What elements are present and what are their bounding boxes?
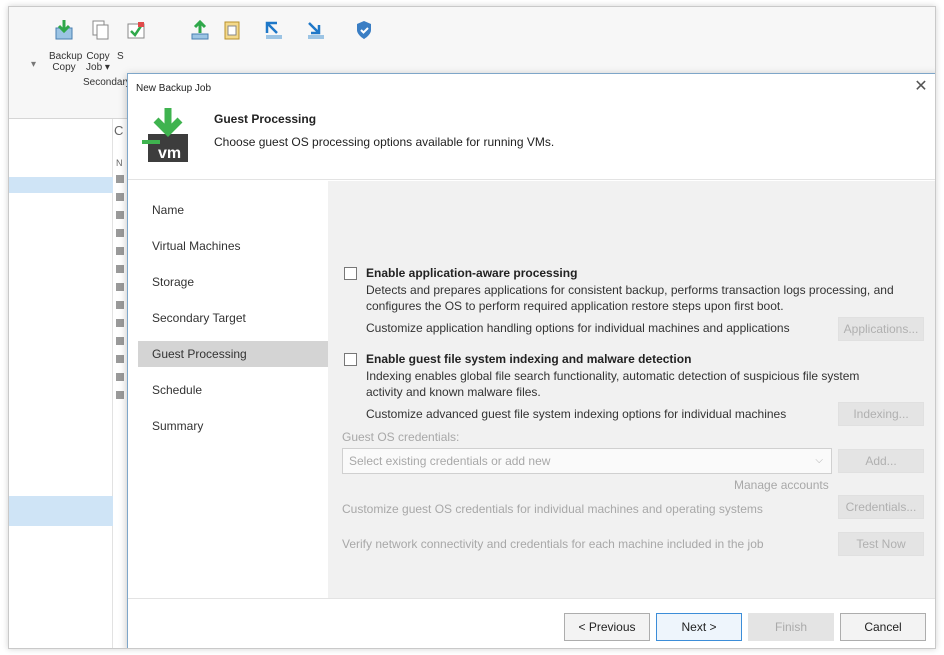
backup-copy-label-line1: Backup — [49, 51, 83, 62]
cancel-button[interactable]: Cancel — [840, 613, 926, 641]
backup-copy-label: Backup Copy — [49, 51, 83, 73]
guest-os-credentials-label: Guest OS credentials: — [342, 430, 460, 444]
credentials-button[interactable]: Credentials... — [838, 495, 924, 519]
backup-copy-label-line2: Copy — [52, 62, 76, 73]
ribbon-group-label: Secondary — [83, 77, 131, 88]
step-storage[interactable]: Storage — [138, 269, 328, 295]
finish-button[interactable]: Finish — [748, 613, 834, 641]
export-icon[interactable] — [305, 19, 327, 41]
step-secondary-target[interactable]: Secondary Target — [138, 305, 328, 331]
navigation-pane — [9, 119, 113, 648]
dialog-footer: < Previous Next > Finish Cancel — [128, 598, 935, 648]
restore-icon[interactable] — [189, 19, 211, 41]
indexing-desc-line1: Indexing enables global file search func… — [366, 369, 860, 383]
indexing-label[interactable]: Enable guest file system indexing and ma… — [366, 352, 691, 366]
indexing-desc-line2: activity and known malware files. — [366, 385, 541, 399]
dialog-title: New Backup Job — [136, 83, 212, 94]
chevron-down-icon[interactable]: ▾ — [31, 59, 36, 70]
credentials-select-value: Select existing credentials or add new — [349, 454, 551, 468]
app-aware-desc-line1: Detects and prepares applications for co… — [366, 283, 894, 297]
step-schedule[interactable]: Schedule — [138, 377, 328, 403]
vm-download-icon: vm — [142, 108, 188, 162]
step-secondary-target-label: Secondary Target — [152, 311, 246, 325]
step-guest-processing-label: Guest Processing — [152, 347, 247, 361]
page-subtitle: Choose guest OS processing options avail… — [214, 135, 555, 149]
credentials-customize-text: Customize guest OS credentials for indiv… — [342, 502, 763, 516]
add-credentials-button[interactable]: Add... — [838, 449, 924, 473]
test-now-button[interactable]: Test Now — [838, 532, 924, 556]
step-name[interactable]: Name — [138, 197, 328, 223]
nav-selected-item-2[interactable] — [9, 496, 113, 526]
previous-button[interactable]: < Previous — [564, 613, 650, 641]
copy-job-label-line1: Copy — [86, 51, 110, 62]
chevron-down-icon: ⌵ — [815, 455, 823, 466]
backup-copy-icon[interactable] — [53, 19, 75, 41]
import-icon[interactable] — [263, 19, 285, 41]
app-aware-label[interactable]: Enable application-aware processing — [366, 266, 577, 280]
background-search-glyph: C — [114, 123, 124, 138]
copy-job-label: Copy Job ▾ — [83, 51, 113, 73]
step-virtual-machines-label: Virtual Machines — [152, 239, 241, 253]
background-list-icons: C N — [113, 119, 127, 439]
applications-button[interactable]: Applications... — [838, 317, 924, 341]
close-icon[interactable]: ✕ — [912, 78, 930, 96]
security-shield-icon[interactable] — [353, 19, 375, 41]
credentials-select[interactable]: Select existing credentials or add new ⌵ — [342, 448, 832, 474]
sure-backup-label: S — [117, 51, 124, 62]
step-name-label: Name — [152, 203, 185, 217]
vm-icon-text: vm — [158, 145, 181, 162]
app-aware-customize-text: Customize application handling options f… — [366, 321, 790, 335]
step-summary[interactable]: Summary — [138, 413, 328, 439]
app-aware-checkbox[interactable] — [344, 267, 357, 280]
indexing-customize-text: Customize advanced guest file system ind… — [366, 407, 787, 421]
app-aware-desc-line2: configures the OS to perform required ap… — [366, 299, 784, 313]
clipboard-icon[interactable] — [221, 19, 243, 41]
wizard-steps: Name Virtual Machines Storage Secondary … — [128, 181, 328, 601]
page-title: Guest Processing — [214, 112, 317, 126]
job-list-icons — [116, 175, 124, 399]
indexing-checkbox[interactable] — [344, 353, 357, 366]
copy-job-label-line2: Job ▾ — [86, 62, 110, 73]
guest-processing-panel: Enable application-aware processing Dete… — [328, 181, 935, 598]
copy-job-icon[interactable] — [89, 19, 111, 41]
verify-connectivity-text: Verify network connectivity and credenti… — [342, 537, 764, 551]
manage-accounts-link[interactable]: Manage accounts — [734, 477, 829, 493]
background-list-header: N — [116, 158, 123, 168]
application-window: Backup Copy Copy Job ▾ S Secondary ▾ C N — [8, 6, 936, 649]
step-guest-processing[interactable]: Guest Processing — [138, 341, 328, 367]
sure-backup-icon[interactable] — [125, 19, 147, 41]
dialog-header: vm Guest Processing Choose guest OS proc… — [128, 98, 935, 180]
step-schedule-label: Schedule — [152, 383, 203, 397]
nav-selected-item[interactable] — [9, 177, 113, 193]
step-storage-label: Storage — [152, 275, 195, 289]
indexing-button[interactable]: Indexing... — [838, 402, 924, 426]
next-button[interactable]: Next > — [656, 613, 742, 641]
new-backup-job-dialog: New Backup Job ✕ vm Guest Processing Cho… — [127, 73, 935, 648]
step-virtual-machines[interactable]: Virtual Machines — [138, 233, 328, 259]
step-summary-label: Summary — [152, 419, 204, 433]
